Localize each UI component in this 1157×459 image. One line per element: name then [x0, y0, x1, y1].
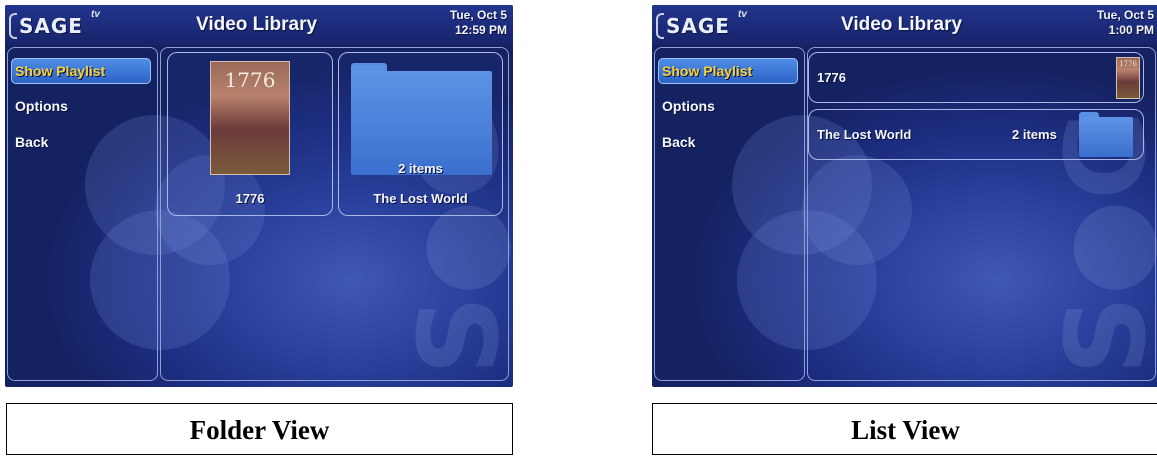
clock: Tue, Oct 5 12:59 PM [450, 8, 507, 38]
list-view-screen: S●G SAGE tv Video Library Tue, Oct 5 1:0… [652, 5, 1157, 387]
time-text: 1:00 PM [1108, 23, 1154, 37]
caption-folder-view: Folder View [6, 403, 513, 455]
video-title: 1776 [235, 191, 265, 206]
menu-options[interactable]: Options [11, 93, 151, 119]
menu-show-playlist[interactable]: Show Playlist [658, 58, 798, 84]
folder-count: 2 items [398, 161, 443, 176]
menu-show-playlist[interactable]: Show Playlist [11, 58, 151, 84]
list-item-1776[interactable]: 1776 1776 [808, 52, 1144, 103]
folder-title: The Lost World [373, 191, 468, 206]
sidebar-menu: Show Playlist Options Back [654, 47, 805, 381]
movie-poster: 1776 [1116, 57, 1140, 99]
folder-count: 2 items [1012, 127, 1057, 142]
list-item-lost-world[interactable]: The Lost World 2 items [808, 109, 1144, 160]
folder-tile[interactable]: 2 items The Lost World [338, 52, 503, 216]
time-text: 12:59 PM [454, 23, 507, 37]
page-title: Video Library [196, 14, 318, 35]
page-title: Video Library [841, 14, 963, 35]
caption-list-view: List View [652, 403, 1157, 455]
date-text: Tue, Oct 5 [449, 8, 507, 22]
folder-icon [1079, 117, 1133, 157]
video-tile[interactable]: 1776 1776 [167, 52, 333, 216]
video-title: 1776 [817, 70, 846, 85]
top-bar: SAGE tv Video Library Tue, Oct 5 1:00 PM [652, 5, 1157, 45]
folder-icon [351, 71, 492, 175]
content-area: 1776 1776 The Lost World 2 items [807, 47, 1156, 381]
date-text: Tue, Oct 5 [1096, 8, 1154, 22]
sagetv-logo: SAGE tv [9, 9, 113, 39]
sidebar-menu: Show Playlist Options Back [7, 47, 158, 381]
folder-title: The Lost World [817, 127, 912, 142]
sagetv-logo: SAGE tv [656, 9, 760, 39]
content-area: 1776 1776 2 items The Lost World [160, 47, 509, 381]
movie-poster: 1776 [210, 61, 290, 175]
top-bar: SAGE tv Video Library Tue, Oct 5 12:59 P… [5, 5, 513, 45]
folder-view-screen: S●G SAGE tv Video Library Tue, Oct 5 12:… [5, 5, 513, 387]
clock: Tue, Oct 5 1:00 PM [1097, 8, 1154, 38]
menu-back[interactable]: Back [658, 129, 798, 155]
menu-back[interactable]: Back [11, 129, 151, 155]
menu-options[interactable]: Options [658, 93, 798, 119]
